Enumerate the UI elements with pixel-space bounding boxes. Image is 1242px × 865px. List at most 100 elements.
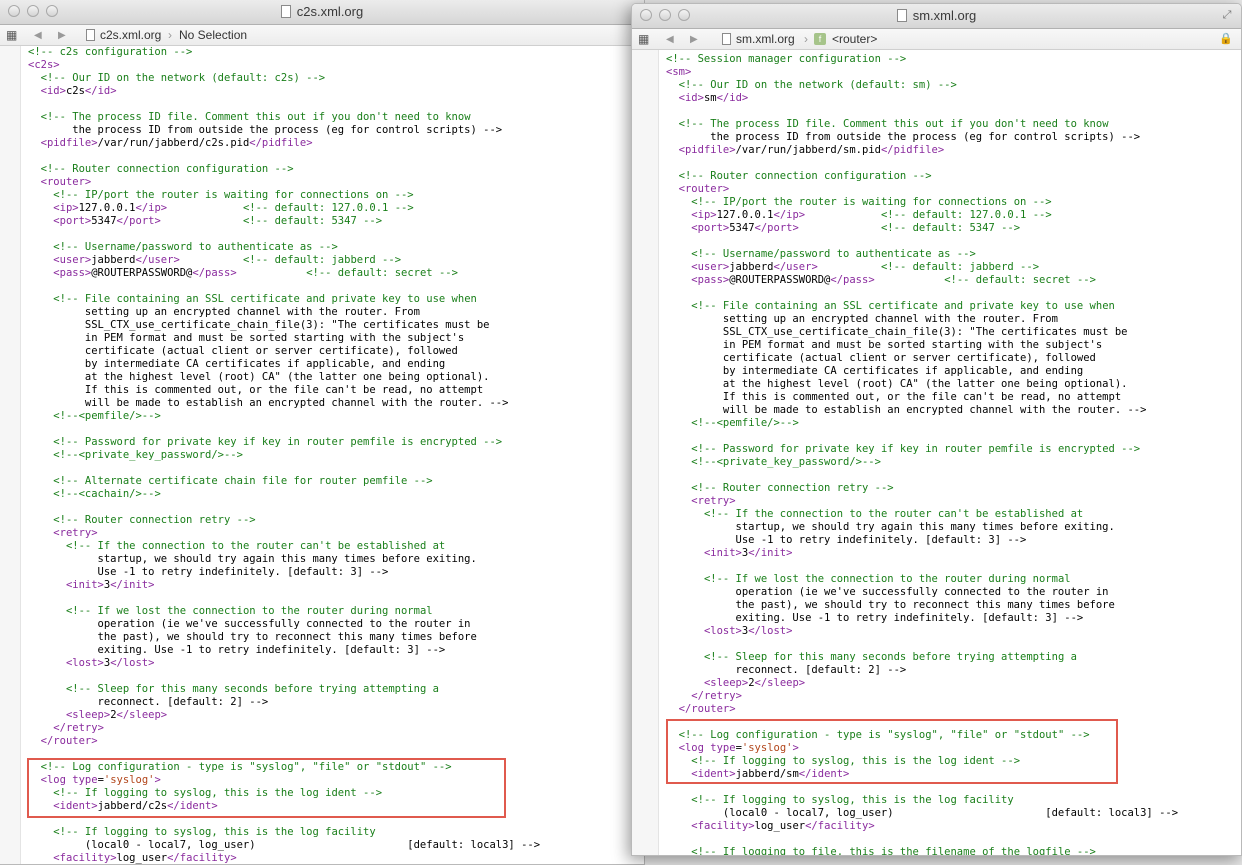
code-line[interactable] <box>28 98 644 111</box>
editor-window-c2s[interactable]: c2s.xml.org ▦ ◀ ▶ c2s.xml.org › No Selec… <box>0 0 645 865</box>
title-bar[interactable]: c2s.xml.org <box>0 0 644 25</box>
code-line[interactable] <box>28 150 644 163</box>
code-line[interactable]: <!--<cachain/>--> <box>28 488 644 501</box>
code-line[interactable]: <pass>@ROUTERPASSWORD@</pass> <!-- defau… <box>28 267 644 280</box>
code-line[interactable]: If this is commented out, or the file ca… <box>28 384 644 397</box>
code-line[interactable]: <log type='syslog'> <box>666 742 1241 755</box>
code-line[interactable]: <!-- If logging to file, this is the fil… <box>666 846 1241 855</box>
code-line[interactable] <box>28 813 644 826</box>
code-line[interactable]: <!-- IP/port the router is waiting for c… <box>28 189 644 202</box>
code-line[interactable]: </retry> <box>28 722 644 735</box>
code-line[interactable]: <ident>jabberd/sm</ident> <box>666 768 1241 781</box>
code-line[interactable]: (local0 - local7, log_user) [default: lo… <box>28 839 644 852</box>
jumpbar-file[interactable]: c2s.xml.org <box>100 28 161 42</box>
code-line[interactable] <box>28 748 644 761</box>
related-items-icon[interactable]: ▦ <box>6 28 17 42</box>
forward-arrow-icon[interactable]: ▶ <box>58 29 66 43</box>
code-line[interactable]: <!-- Username/password to authenticate a… <box>28 241 644 254</box>
back-arrow-icon[interactable]: ◀ <box>34 29 42 43</box>
code-line[interactable]: <pidfile>/var/run/jabberd/sm.pid</pidfil… <box>666 144 1241 157</box>
code-line[interactable]: <init>3</init> <box>28 579 644 592</box>
code-line[interactable]: will be made to establish an encrypted c… <box>666 404 1241 417</box>
code-line[interactable]: <sleep>2</sleep> <box>28 709 644 722</box>
editor-window-sm[interactable]: sm.xml.org ⤢ ▦ ◀ ▶ sm.xml.org › f <route… <box>631 3 1242 856</box>
code-editor[interactable]: <!-- c2s configuration --> <c2s> <!-- Our… <box>28 46 644 864</box>
code-line[interactable]: the process ID from outside the process … <box>28 124 644 137</box>
title-bar[interactable]: sm.xml.org ⤢ <box>632 4 1241 29</box>
code-line[interactable]: (local0 - local7, log_user) [default: lo… <box>666 807 1241 820</box>
code-line[interactable]: <retry> <box>28 527 644 540</box>
code-line[interactable] <box>666 833 1241 846</box>
code-line[interactable]: <!-- Sleep for this many seconds before … <box>666 651 1241 664</box>
code-line[interactable]: <id>c2s</id> <box>28 85 644 98</box>
code-line[interactable]: <!-- Our ID on the network (default: sm)… <box>666 79 1241 92</box>
forward-arrow-icon[interactable]: ▶ <box>690 33 698 47</box>
code-line[interactable]: operation (ie we've successfully connect… <box>28 618 644 631</box>
code-line[interactable]: startup, we should try again this many t… <box>28 553 644 566</box>
code-line[interactable]: <ip>127.0.0.1</ip> <!-- default: 127.0.0… <box>28 202 644 215</box>
code-line[interactable]: </retry> <box>666 690 1241 703</box>
back-arrow-icon[interactable]: ◀ <box>666 33 674 47</box>
code-line[interactable]: <!-- c2s configuration --> <box>28 46 644 59</box>
code-line[interactable] <box>28 462 644 475</box>
code-line[interactable]: <!-- Sleep for this many seconds before … <box>28 683 644 696</box>
code-line[interactable]: <!-- Router connection retry --> <box>666 482 1241 495</box>
code-line[interactable] <box>666 235 1241 248</box>
code-line[interactable]: <!-- Session manager configuration --> <box>666 53 1241 66</box>
code-line[interactable]: <facility>log_user</facility> <box>28 852 644 864</box>
code-line[interactable]: setting up an encrypted channel with the… <box>28 306 644 319</box>
code-line[interactable]: </router> <box>28 735 644 748</box>
code-line[interactable] <box>666 105 1241 118</box>
code-line[interactable]: <lost>3</lost> <box>28 657 644 670</box>
code-line[interactable]: <retry> <box>666 495 1241 508</box>
code-line[interactable]: <!-- Log configuration - type is "syslog… <box>666 729 1241 742</box>
code-line[interactable]: SSL_CTX_use_certificate_chain_file(3): "… <box>666 326 1241 339</box>
code-line[interactable]: <!--<pemfile/>--> <box>28 410 644 423</box>
code-line[interactable]: <user>jabberd</user> <!-- default: jabbe… <box>28 254 644 267</box>
code-line[interactable]: <!-- If the connection to the router can… <box>28 540 644 553</box>
code-line[interactable]: <!-- Router connection configuration --> <box>28 163 644 176</box>
code-line[interactable]: <id>sm</id> <box>666 92 1241 105</box>
code-line[interactable] <box>666 287 1241 300</box>
code-line[interactable]: <pass>@ROUTERPASSWORD@</pass> <!-- defau… <box>666 274 1241 287</box>
code-line[interactable]: <!-- Log configuration - type is "syslog… <box>28 761 644 774</box>
code-line[interactable]: <init>3</init> <box>666 547 1241 560</box>
code-line[interactable]: exiting. Use -1 to retry indefinitely. [… <box>666 612 1241 625</box>
code-line[interactable] <box>666 157 1241 170</box>
code-line[interactable]: in PEM format and must be sorted startin… <box>666 339 1241 352</box>
code-line[interactable]: <!--<private_key_password/>--> <box>666 456 1241 469</box>
code-line[interactable]: the past), we should try to reconnect th… <box>666 599 1241 612</box>
code-line[interactable]: <!-- Our ID on the network (default: c2s… <box>28 72 644 85</box>
code-line[interactable]: <!-- If the connection to the router can… <box>666 508 1241 521</box>
code-line[interactable]: the process ID from outside the process … <box>666 131 1241 144</box>
code-line[interactable]: operation (ie we've successfully connect… <box>666 586 1241 599</box>
code-line[interactable]: <sleep>2</sleep> <box>666 677 1241 690</box>
code-line[interactable]: <!-- Password for private key if key in … <box>666 443 1241 456</box>
code-line[interactable]: <!-- IP/port the router is waiting for c… <box>666 196 1241 209</box>
code-line[interactable] <box>28 501 644 514</box>
code-line[interactable]: Use -1 to retry indefinitely. [default: … <box>666 534 1241 547</box>
code-line[interactable]: <!-- Router connection retry --> <box>28 514 644 527</box>
code-line[interactable]: at the highest level (root) CA" (the lat… <box>666 378 1241 391</box>
code-line[interactable]: <router> <box>666 183 1241 196</box>
code-line[interactable]: <sm> <box>666 66 1241 79</box>
related-items-icon[interactable]: ▦ <box>638 32 649 46</box>
code-line[interactable] <box>666 560 1241 573</box>
code-line[interactable]: </router> <box>666 703 1241 716</box>
code-line[interactable]: <log type='syslog'> <box>28 774 644 787</box>
code-line[interactable]: <!-- The process ID file. Comment this o… <box>666 118 1241 131</box>
code-line[interactable] <box>666 469 1241 482</box>
code-line[interactable]: <c2s> <box>28 59 644 72</box>
code-line[interactable]: <!-- If we lost the connection to the ro… <box>666 573 1241 586</box>
code-line[interactable] <box>666 430 1241 443</box>
code-line[interactable]: <!-- File containing an SSL certificate … <box>666 300 1241 313</box>
code-line[interactable]: certificate (actual client or server cer… <box>28 345 644 358</box>
code-line[interactable]: <ip>127.0.0.1</ip> <!-- default: 127.0.0… <box>666 209 1241 222</box>
code-line[interactable] <box>666 716 1241 729</box>
code-line[interactable]: in PEM format and must be sorted startin… <box>28 332 644 345</box>
code-line[interactable]: <!--<pemfile/>--> <box>666 417 1241 430</box>
jumpbar-selection[interactable]: No Selection <box>179 28 247 42</box>
code-line[interactable]: <!-- The process ID file. Comment this o… <box>28 111 644 124</box>
code-line[interactable] <box>28 280 644 293</box>
code-line[interactable]: startup, we should try again this many t… <box>666 521 1241 534</box>
